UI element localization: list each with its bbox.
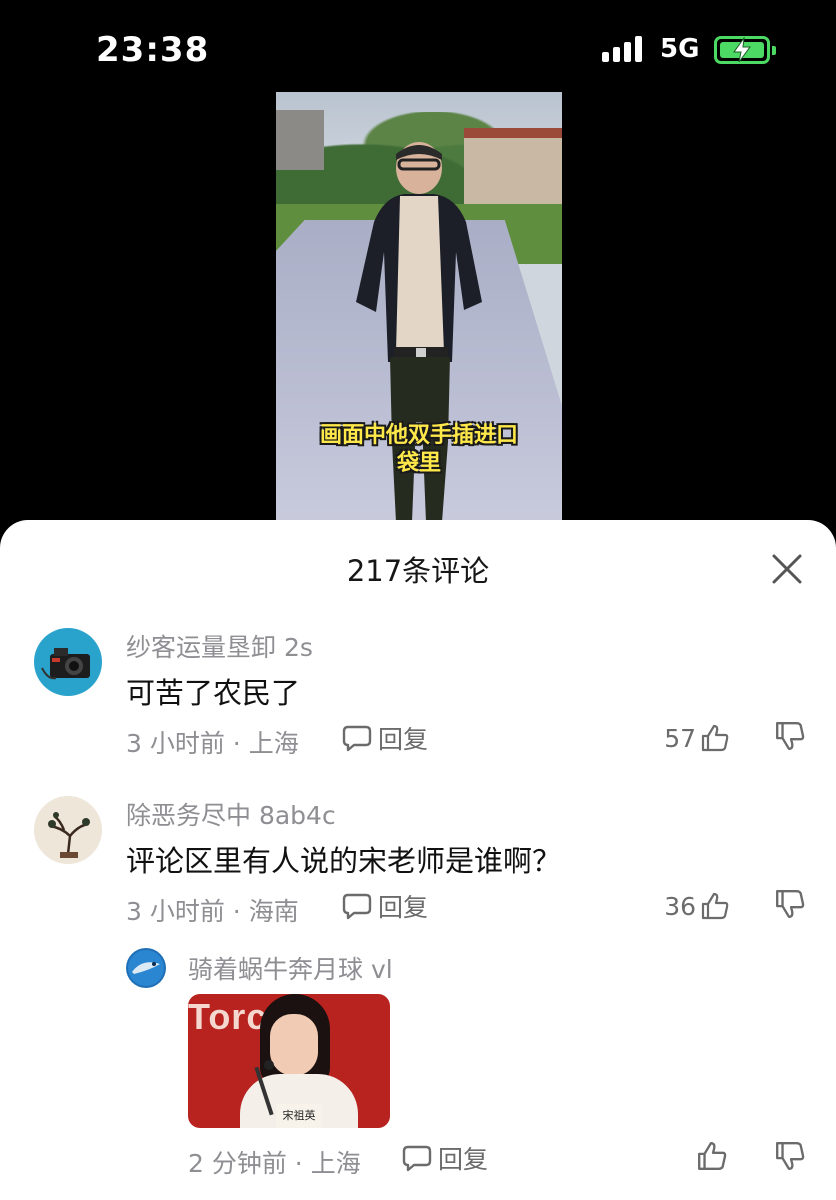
reply-label: 回复 — [378, 725, 429, 754]
comment-meta: 3 小时前 · 上海 — [126, 729, 299, 758]
thumbs-up-icon — [701, 892, 729, 920]
reply-label: 回复 — [378, 893, 429, 922]
comment-text: 可苦了农民了 — [126, 676, 301, 710]
comments-count-title: 217条评论 — [346, 554, 490, 588]
reply-image-namecard: 宋祖英 — [276, 1104, 322, 1128]
comment-text: 评论区里有人说的宋老师是谁啊？ — [126, 844, 562, 878]
like-count: 36 — [664, 891, 696, 921]
signal-icon — [602, 36, 646, 62]
battery-charging-icon — [714, 36, 776, 64]
like-count: 57 — [664, 723, 696, 753]
thumbs-down-icon[interactable] — [774, 888, 810, 924]
avatar[interactable] — [34, 796, 102, 864]
comments-sheet: 217条评论 纱客运量垦卸 2s 可苦了农民了 3 小时前 · 上海 回复 57… — [0, 520, 836, 1200]
speech-bubble-icon — [402, 1145, 432, 1172]
reply-button[interactable]: 回复 — [402, 1140, 488, 1176]
thumbs-down-icon[interactable] — [774, 720, 810, 756]
close-icon[interactable] — [766, 548, 808, 590]
avatar[interactable] — [34, 628, 102, 696]
video-caption: 画面中他双手插进口 袋里 — [319, 423, 518, 476]
network-type: 5G — [660, 34, 700, 64]
avatar[interactable] — [126, 948, 166, 988]
status-bar: 23:38 5G — [0, 0, 836, 92]
reply-username[interactable]: 骑着蜗牛奔月球 vl — [188, 950, 393, 986]
reply-image[interactable]: Torc Re 宋祖英 — [188, 994, 390, 1128]
reply-button[interactable]: 回复 — [342, 720, 428, 756]
like-button[interactable]: 57 — [640, 720, 730, 756]
comment-meta: 3 小时前 · 海南 — [126, 897, 299, 926]
reply-button[interactable]: 回复 — [342, 888, 428, 924]
video-frame[interactable]: 画面中他双手插进口 袋里 — [276, 92, 562, 522]
comment-username[interactable]: 纱客运量垦卸 2s — [126, 628, 313, 664]
comment-username[interactable]: 除恶务尽中 8ab4c — [126, 796, 336, 832]
reply-label: 回复 — [438, 1145, 489, 1174]
speech-bubble-icon — [342, 725, 372, 752]
thumbs-up-icon — [701, 724, 729, 752]
reply-meta: 2 分钟前 · 上海 — [188, 1149, 361, 1178]
status-time: 23:38 — [96, 30, 210, 70]
thumbs-down-icon[interactable] — [774, 1140, 810, 1176]
like-button[interactable]: 36 — [640, 888, 730, 924]
thumbs-up-icon[interactable] — [696, 1140, 732, 1176]
speech-bubble-icon — [342, 893, 372, 920]
